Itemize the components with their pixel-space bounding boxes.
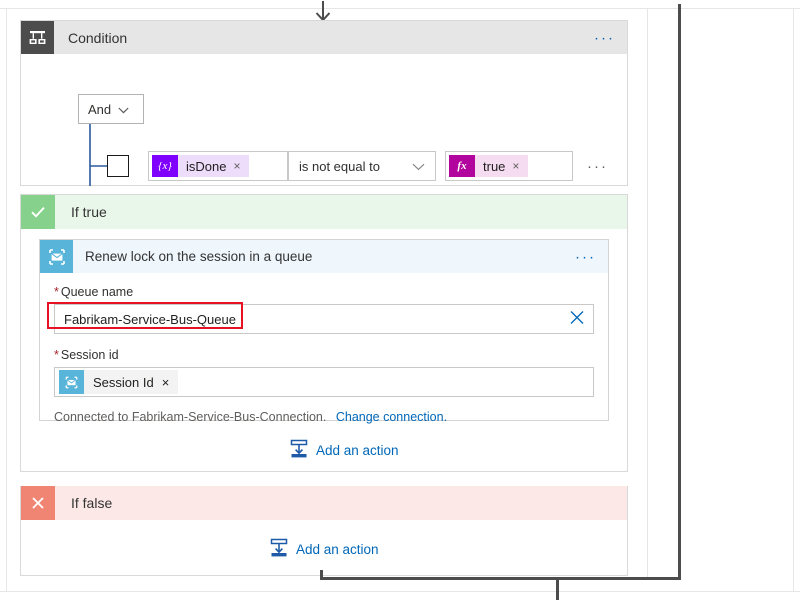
add-action-icon	[269, 538, 289, 561]
connector-down-stub	[556, 577, 559, 600]
frame-line-right-outer	[793, 8, 794, 592]
if-false-branch-card: If false Add an action	[20, 486, 628, 576]
session-id-token-remove-icon[interactable]: ×	[162, 375, 170, 390]
action-header: Renew lock on the session in a queue ···	[40, 240, 608, 273]
change-connection-link[interactable]: Change connection.	[336, 410, 447, 424]
service-bus-icon	[40, 240, 73, 273]
condition-row-checkbox[interactable]	[107, 155, 129, 177]
condition-title: Condition	[68, 29, 128, 46]
condition-operator-dropdown[interactable]: is not equal to	[288, 151, 436, 181]
if-false-header: If false	[21, 486, 627, 520]
function-token-remove-icon[interactable]: ×	[512, 159, 519, 173]
condition-header: Condition ···	[21, 21, 627, 54]
frame-line-right-inner	[647, 8, 648, 577]
session-id-input[interactable]: Session Id ×	[54, 367, 594, 397]
if-true-branch-card: If true Renew lock on the session in a q…	[20, 194, 628, 472]
chevron-down-icon	[412, 159, 425, 174]
condition-operator-label: is not equal to	[299, 158, 380, 174]
chevron-down-icon	[118, 102, 129, 117]
queue-name-highlight-annotation	[47, 302, 243, 329]
workflow-designer-canvas: Condition ··· And {x} isDone × is not eq…	[0, 0, 800, 600]
condition-left-operand-field[interactable]: {x} isDone ×	[148, 151, 288, 181]
required-marker: *	[54, 285, 59, 299]
function-token-icon: fx	[449, 155, 475, 177]
variable-token[interactable]: {x} isDone ×	[152, 155, 250, 177]
logic-operator-label: And	[88, 101, 112, 117]
connector-horizontal-merge	[320, 577, 681, 580]
if-true-label: If true	[71, 204, 107, 220]
add-action-icon	[289, 439, 309, 462]
add-action-label-true: Add an action	[316, 443, 399, 458]
condition-row-overflow-menu[interactable]: ···	[587, 158, 608, 175]
variable-token-icon: {x}	[152, 155, 178, 177]
close-x-icon	[21, 486, 55, 520]
frame-line-left	[6, 8, 7, 592]
condition-card: Condition ··· And {x} isDone × is not eq…	[20, 20, 628, 229]
required-marker: *	[54, 348, 59, 362]
session-id-token-label: Session Id	[93, 374, 154, 390]
variable-token-remove-icon[interactable]: ×	[233, 159, 240, 173]
frame-line-bottom	[0, 591, 800, 592]
variable-token-label: isDone	[186, 158, 227, 174]
action-title: Renew lock on the session in a queue	[85, 249, 313, 264]
if-true-header: If true	[21, 195, 627, 229]
action-body: * Queue name Fabrikam-Service-Bus-Queue *…	[40, 273, 608, 424]
service-bus-token-icon	[59, 370, 84, 394]
add-action-button-false[interactable]: Add an action	[269, 538, 379, 561]
session-id-label: * Session id	[54, 348, 119, 362]
function-token-label: true	[483, 158, 506, 174]
clear-icon[interactable]	[570, 311, 584, 328]
condition-overflow-menu[interactable]: ···	[594, 30, 615, 45]
connector-right-vertical	[678, 4, 681, 580]
queue-name-label: * Queue name	[54, 285, 134, 299]
add-action-button-true[interactable]: Add an action	[289, 439, 399, 462]
checkmark-icon	[21, 195, 55, 229]
connection-text: Connected to Fabrikam-Service-Bus-Connec…	[54, 410, 327, 424]
function-token[interactable]: fx true ×	[449, 155, 529, 177]
condition-right-operand-field[interactable]: fx true ×	[445, 151, 573, 181]
condition-branch-icon	[21, 21, 54, 54]
action-overflow-menu[interactable]: ···	[575, 249, 596, 264]
if-false-label: If false	[71, 495, 113, 511]
add-action-label-false: Add an action	[296, 542, 379, 557]
logic-operator-dropdown[interactable]: And	[78, 94, 144, 124]
session-id-token[interactable]: Session Id ×	[59, 370, 179, 394]
service-bus-action-card: Renew lock on the session in a queue ···…	[39, 239, 609, 424]
condition-body: And {x} isDone × is not equal to fx true…	[21, 54, 627, 229]
connection-status: Connected to Fabrikam-Service-Bus-Connec…	[54, 410, 594, 424]
